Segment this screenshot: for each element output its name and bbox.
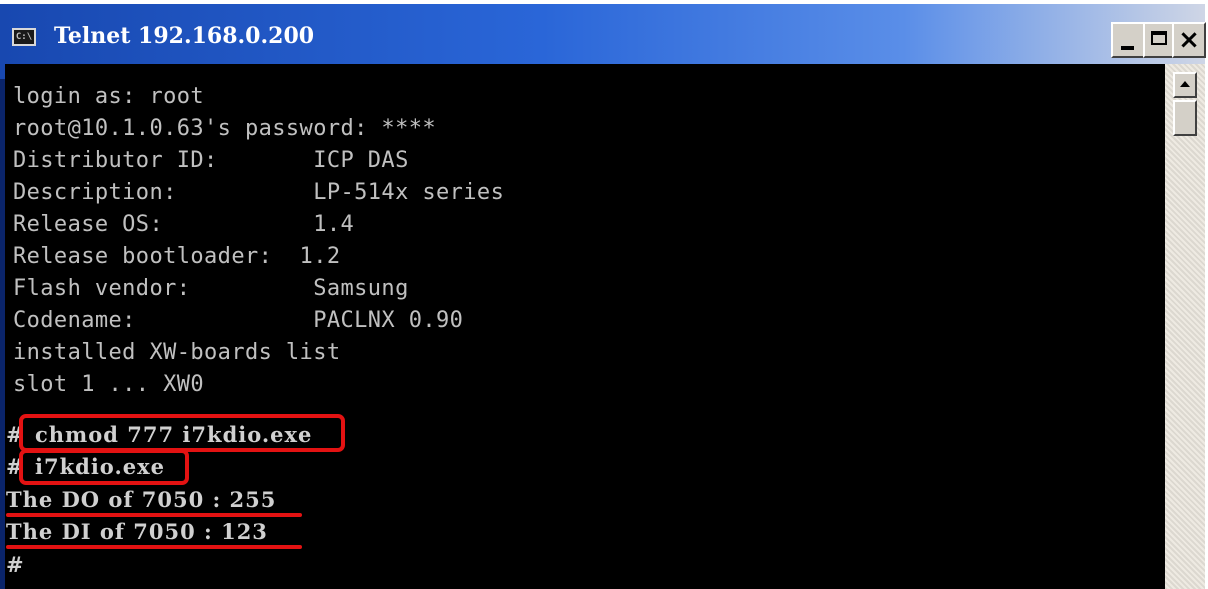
terminal-line: Description: LP-514x series (13, 180, 505, 205)
vertical-scrollbar[interactable] (1165, 64, 1205, 589)
close-icon: × (1178, 25, 1200, 55)
terminal-line: slot 1 ... XW0 (13, 372, 205, 397)
final-prompt: # (6, 552, 25, 577)
minimize-icon (1121, 46, 1134, 50)
telnet-window: C:\ Telnet 192.168.0.200 × login as: roo… (0, 4, 1206, 589)
terminal-line: installed XW-boards list (13, 340, 341, 365)
scroll-up-button[interactable] (1173, 72, 1197, 98)
terminal-line: login as: root (13, 84, 205, 109)
underline-do (6, 513, 302, 517)
highlight-box-run (19, 449, 189, 485)
minimize-button[interactable] (1111, 22, 1145, 58)
terminal-line: Codename: PACLNX 0.90 (13, 308, 464, 333)
output-do: The DO of 7050 : 255 (6, 487, 277, 512)
highlight-box-chmod (19, 414, 345, 452)
terminal-line: Distributor ID: ICP DAS (13, 148, 409, 173)
arrow-up-icon (1180, 81, 1190, 87)
close-button[interactable]: × (1172, 22, 1206, 58)
terminal-line: Release OS: 1.4 (13, 212, 355, 237)
terminal-line: root@10.1.0.63's password: **** (13, 116, 436, 141)
terminal-area[interactable]: login as: root root@10.1.0.63's password… (5, 64, 1165, 589)
console-icon[interactable]: C:\ (12, 28, 36, 46)
scroll-thumb[interactable] (1173, 100, 1197, 136)
window-title: Telnet 192.168.0.200 (54, 23, 315, 49)
terminal-line: Release bootloader: 1.2 (13, 244, 341, 269)
underline-di (6, 545, 302, 549)
maximize-icon (1151, 31, 1167, 45)
terminal-line: Flash vendor: Samsung (13, 276, 409, 301)
output-di: The DI of 7050 : 123 (6, 519, 268, 544)
